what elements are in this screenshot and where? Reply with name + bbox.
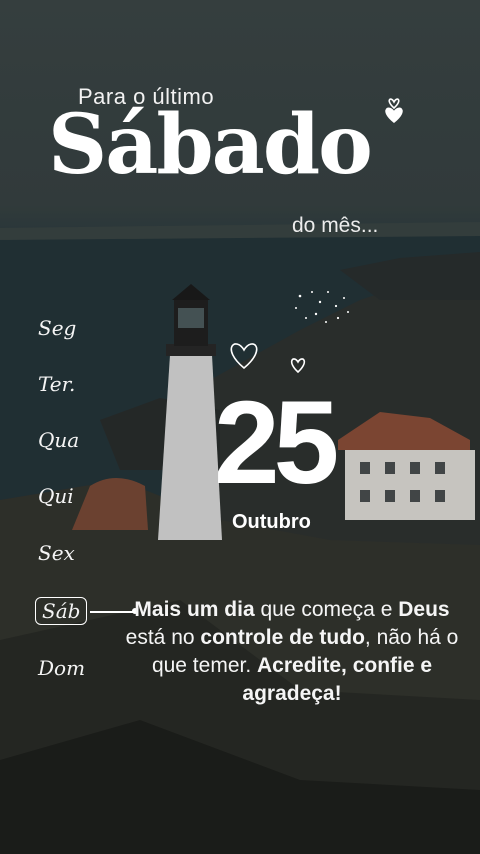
date-month: Outubro	[232, 511, 311, 533]
main-title: Sábado	[48, 97, 373, 193]
message-text: Mais um dia que começa e Deus está no co…	[122, 596, 462, 708]
date-day: 25	[214, 377, 339, 509]
message-part: que começa e	[254, 598, 399, 621]
message-bold: Deus	[398, 598, 450, 621]
message-part: está no	[125, 625, 201, 649]
weekday-sun: Dom	[38, 656, 86, 680]
weekday-thu: Qui	[38, 484, 74, 508]
weekday-wed: Qua	[38, 428, 80, 452]
weekday-mon: Seg	[38, 316, 77, 340]
weekday-sat-selected: Sáb	[35, 597, 88, 625]
message-bold: Acredite, confie e agradeça!	[242, 653, 433, 705]
message-bold: Mais um dia	[134, 598, 255, 621]
sub-title: do mês...	[292, 214, 379, 237]
weekday-tue: Ter.	[38, 372, 76, 396]
story-card: Para o último Sábado do mês... Seg Ter. …	[0, 0, 480, 854]
message-bold: controle de tudo	[200, 625, 365, 649]
weekday-fri: Sex	[38, 541, 75, 565]
